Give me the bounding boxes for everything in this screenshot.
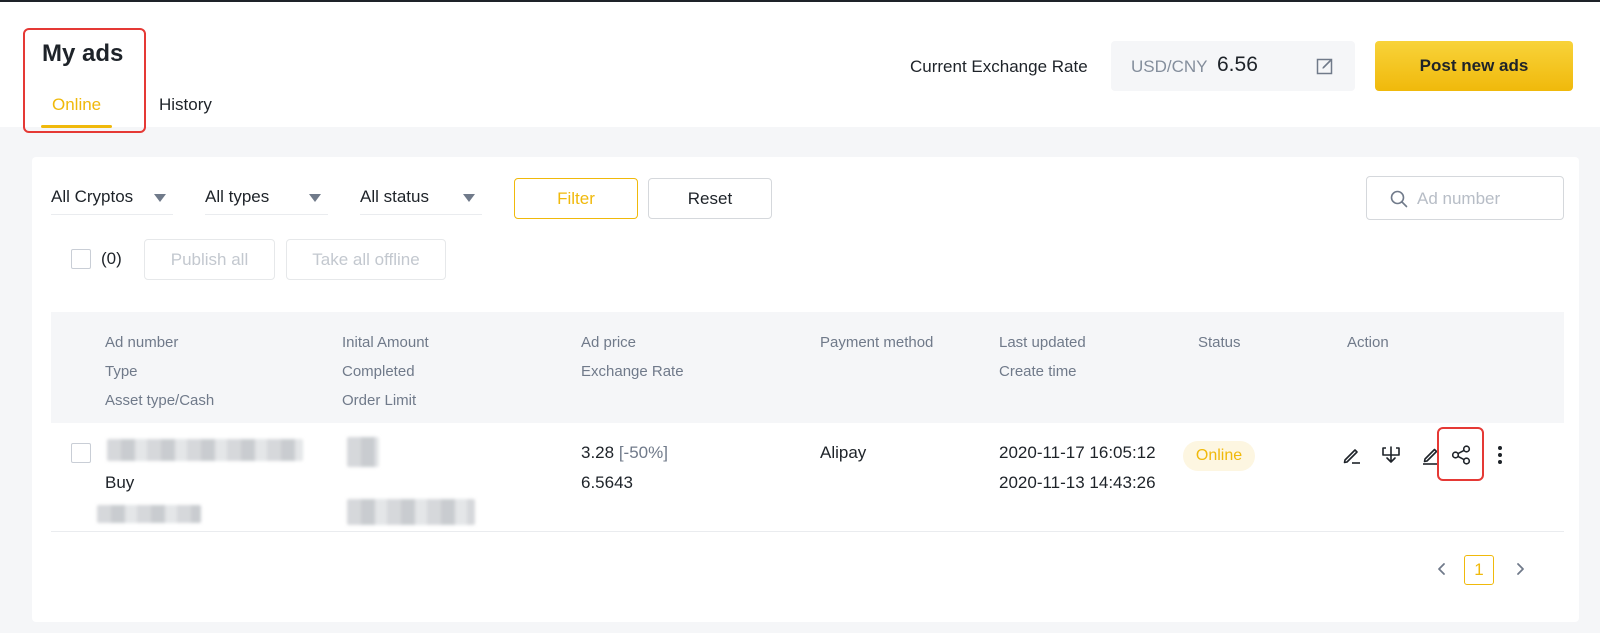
page-title: My ads [42, 40, 124, 67]
col-ad-price: Ad price [581, 334, 637, 351]
tab-history[interactable]: History [159, 95, 212, 115]
caret-down-icon [154, 194, 166, 202]
reset-button[interactable]: Reset [648, 178, 772, 219]
col-type: Type [105, 363, 138, 380]
col-action: Action [1347, 334, 1389, 351]
next-page-icon[interactable] [1513, 562, 1527, 576]
col-completed: Completed [342, 363, 415, 380]
redacted-ad-number [107, 439, 303, 461]
redacted-order-limit [347, 499, 475, 525]
row-create-time: 2020-11-13 14:43:26 [999, 473, 1156, 492]
row-checkbox[interactable] [71, 443, 91, 463]
active-tab-indicator [41, 125, 112, 128]
table-row: Buy 3.28 [-50%] 6.5643 Alipay 2020-11-17… [51, 423, 1564, 532]
col-initial-amount: Inital Amount [342, 334, 429, 351]
tab-online[interactable]: Online [52, 95, 101, 115]
pencil-icon[interactable] [1419, 443, 1443, 467]
type-dropdown-value: All types [205, 187, 270, 206]
col-exchange-rate: Exchange Rate [581, 363, 684, 380]
exchange-rate-label: Current Exchange Rate [910, 57, 1088, 76]
ads-card: All Cryptos All types All status Filter … [32, 157, 1579, 622]
share-icon[interactable] [1449, 443, 1473, 467]
post-new-ads-button[interactable]: Post new ads [1375, 41, 1573, 91]
more-vertical-icon[interactable] [1488, 443, 1512, 467]
status-badge: Online [1183, 441, 1255, 471]
row-exchange-rate: 6.5643 [581, 473, 633, 492]
price-value: 3.28 [581, 443, 615, 462]
exchange-rate-box: USD/CNY 6.56 [1111, 41, 1355, 91]
col-order-limit: Order Limit [342, 392, 417, 409]
col-payment-method: Payment method [820, 334, 934, 351]
row-payment-method: Alipay [820, 443, 867, 462]
col-create-time: Create time [999, 363, 1077, 380]
crypto-dropdown[interactable]: All Cryptos [51, 183, 173, 215]
type-dropdown[interactable]: All types [205, 183, 328, 215]
edit-pen-icon[interactable] [1340, 443, 1364, 467]
status-dropdown[interactable]: All status [360, 183, 482, 215]
edit-rate-icon[interactable] [1315, 56, 1335, 76]
col-last-updated: Last updated [999, 334, 1086, 351]
page-number[interactable]: 1 [1464, 555, 1494, 585]
selected-count: (0) [101, 249, 122, 268]
price-delta: [-50%] [618, 443, 668, 462]
table-header: Ad number Type Asset type/Cash Inital Am… [51, 312, 1564, 423]
caret-down-icon [463, 194, 475, 202]
search-input[interactable] [1417, 185, 1557, 213]
ad-number-search[interactable] [1366, 176, 1564, 220]
select-all-checkbox[interactable] [71, 249, 91, 269]
page-header: My ads Online History Current Exchange R… [0, 0, 1600, 133]
redacted-initial-amount [347, 437, 379, 467]
row-type: Buy [105, 473, 135, 492]
row-last-updated: 2020-11-17 16:05:12 [999, 443, 1156, 462]
crypto-dropdown-value: All Cryptos [51, 187, 134, 206]
row-ad-price: 3.28 [-50%] [581, 443, 668, 463]
redacted-asset-type [97, 505, 201, 523]
take-all-offline-button[interactable]: Take all offline [286, 239, 446, 280]
col-ad-number: Ad number [105, 334, 179, 351]
filter-button[interactable]: Filter [514, 178, 638, 219]
exchange-rate-value: 6.56 [1217, 53, 1258, 76]
download-icon[interactable] [1379, 443, 1403, 467]
status-dropdown-value: All status [360, 187, 429, 206]
publish-all-button[interactable]: Publish all [144, 239, 275, 280]
col-asset-type: Asset type/Cash [105, 392, 215, 409]
caret-down-icon [309, 194, 321, 202]
search-icon [1390, 190, 1408, 208]
exchange-rate-pair: USD/CNY [1131, 57, 1208, 76]
col-status: Status [1198, 334, 1241, 351]
prev-page-icon[interactable] [1435, 562, 1449, 576]
